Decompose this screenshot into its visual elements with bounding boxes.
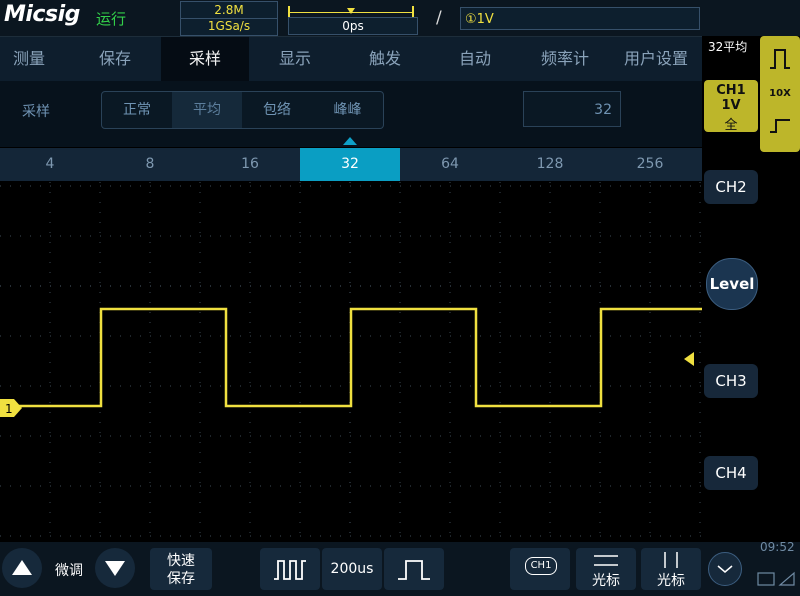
trigger-level-knob[interactable]: Level [706, 258, 758, 310]
acquisition-info[interactable]: 2.8M 1GSa/s [180, 1, 278, 36]
ch3-button[interactable]: CH3 [704, 364, 758, 398]
menu-auto[interactable]: 自动 [430, 37, 520, 81]
status-icons [757, 571, 795, 586]
mode-envelope[interactable]: 包络 [242, 92, 312, 128]
quick-save-line1: 快速 [167, 553, 195, 569]
fine-adjust-label[interactable]: 微调 [55, 560, 83, 580]
ch1-scale: 1V [721, 98, 741, 113]
run-status[interactable]: 运行 [96, 8, 126, 29]
menu-user-settings[interactable]: 用户设置 [610, 37, 702, 81]
ch1-select-label: CH1 [525, 557, 557, 575]
trigger-level-marker-icon [684, 352, 694, 366]
menu-display[interactable]: 显示 [250, 37, 340, 81]
single-pulse-icon [398, 560, 430, 580]
trigger-slope-icon[interactable]: / [436, 8, 442, 28]
ch1-ground-marker[interactable]: 1 [0, 399, 24, 417]
expand-button[interactable] [708, 552, 742, 586]
count-option-selected[interactable]: 32 [300, 148, 400, 181]
quick-save-button[interactable]: 快速 保存 [150, 548, 212, 590]
menu-measure[interactable]: 测量 [0, 37, 58, 81]
ch1-coupling: 全 [724, 118, 738, 133]
sample-rate: 1GSa/s [207, 19, 251, 33]
time-position-indicator[interactable]: 0ps [288, 3, 418, 35]
trigger-info[interactable]: ①1V [460, 7, 700, 30]
main-menu: 测量 保存 采样 显示 触发 自动 频率计 用户设置 [0, 37, 702, 81]
triangle-down-icon [105, 561, 125, 576]
sampling-label: 采样 [22, 104, 50, 120]
horizontal-cursor-button[interactable]: 光标 [576, 548, 636, 590]
up-button[interactable] [2, 548, 42, 588]
sampling-mode-group: 正常 平均 包络 峰峰 [101, 91, 384, 129]
quick-save-line2: 保存 [167, 571, 195, 587]
menu-acquire[interactable]: 采样 [161, 37, 249, 81]
ch1-marker-label: 1 [5, 402, 13, 416]
vertical-cursor-icon [664, 552, 678, 568]
cursor-label-1: 光标 [592, 573, 620, 589]
down-button[interactable] [95, 548, 135, 588]
timebase-narrower-button[interactable] [384, 548, 444, 590]
count-option[interactable]: 64 [400, 148, 500, 181]
ch4-button[interactable]: CH4 [704, 456, 758, 490]
storage-icon [757, 572, 775, 586]
count-option[interactable]: 4 [0, 148, 100, 181]
average-status: 32平均 [708, 40, 748, 54]
pulse-up-icon[interactable] [768, 46, 792, 72]
vertical-cursor-button[interactable]: 光标 [641, 548, 701, 590]
count-option[interactable]: 256 [600, 148, 700, 181]
probe-ratio[interactable]: 10X [760, 88, 800, 99]
mode-average[interactable]: 平均 [172, 92, 242, 128]
waveform-display[interactable] [0, 182, 702, 538]
wifi-signal-icon [778, 571, 795, 586]
channel-select-button[interactable]: CH1 [510, 548, 570, 590]
ch1-name: CH1 [716, 83, 746, 98]
ch2-button[interactable]: CH2 [704, 170, 758, 204]
pulse-train-icon [274, 560, 306, 580]
count-option[interactable]: 16 [200, 148, 300, 181]
timebase-wider-button[interactable] [260, 548, 320, 590]
ch1-badge[interactable]: CH1 1V 全 [704, 80, 758, 133]
menu-save[interactable]: 保存 [70, 37, 160, 81]
mode-peak[interactable]: 峰峰 [312, 92, 383, 128]
average-count-selector: 4 8 16 32 64 128 256 [0, 148, 702, 181]
pulse-edge-icon[interactable] [768, 116, 792, 136]
chevron-down-icon [717, 565, 733, 573]
cursor-label-2: 光标 [657, 573, 685, 589]
selection-caret-icon [343, 137, 357, 145]
clock: 09:52 [760, 540, 795, 554]
menu-trigger[interactable]: 触发 [340, 37, 430, 81]
count-option[interactable]: 128 [500, 148, 600, 181]
triangle-up-icon [12, 560, 32, 575]
brand-logo: Micsig [4, 2, 80, 27]
count-option[interactable]: 8 [100, 148, 200, 181]
ch1-trace [0, 307, 702, 408]
horizontal-cursor-icon [594, 555, 618, 566]
timebase-value[interactable]: 200us [322, 548, 382, 590]
memory-depth: 2.8M [181, 3, 277, 19]
menu-frequency-counter[interactable]: 频率计 [520, 37, 610, 81]
mode-normal[interactable]: 正常 [102, 92, 172, 128]
time-position-value: 0ps [288, 17, 418, 35]
average-count-field[interactable]: 32 [523, 91, 621, 127]
